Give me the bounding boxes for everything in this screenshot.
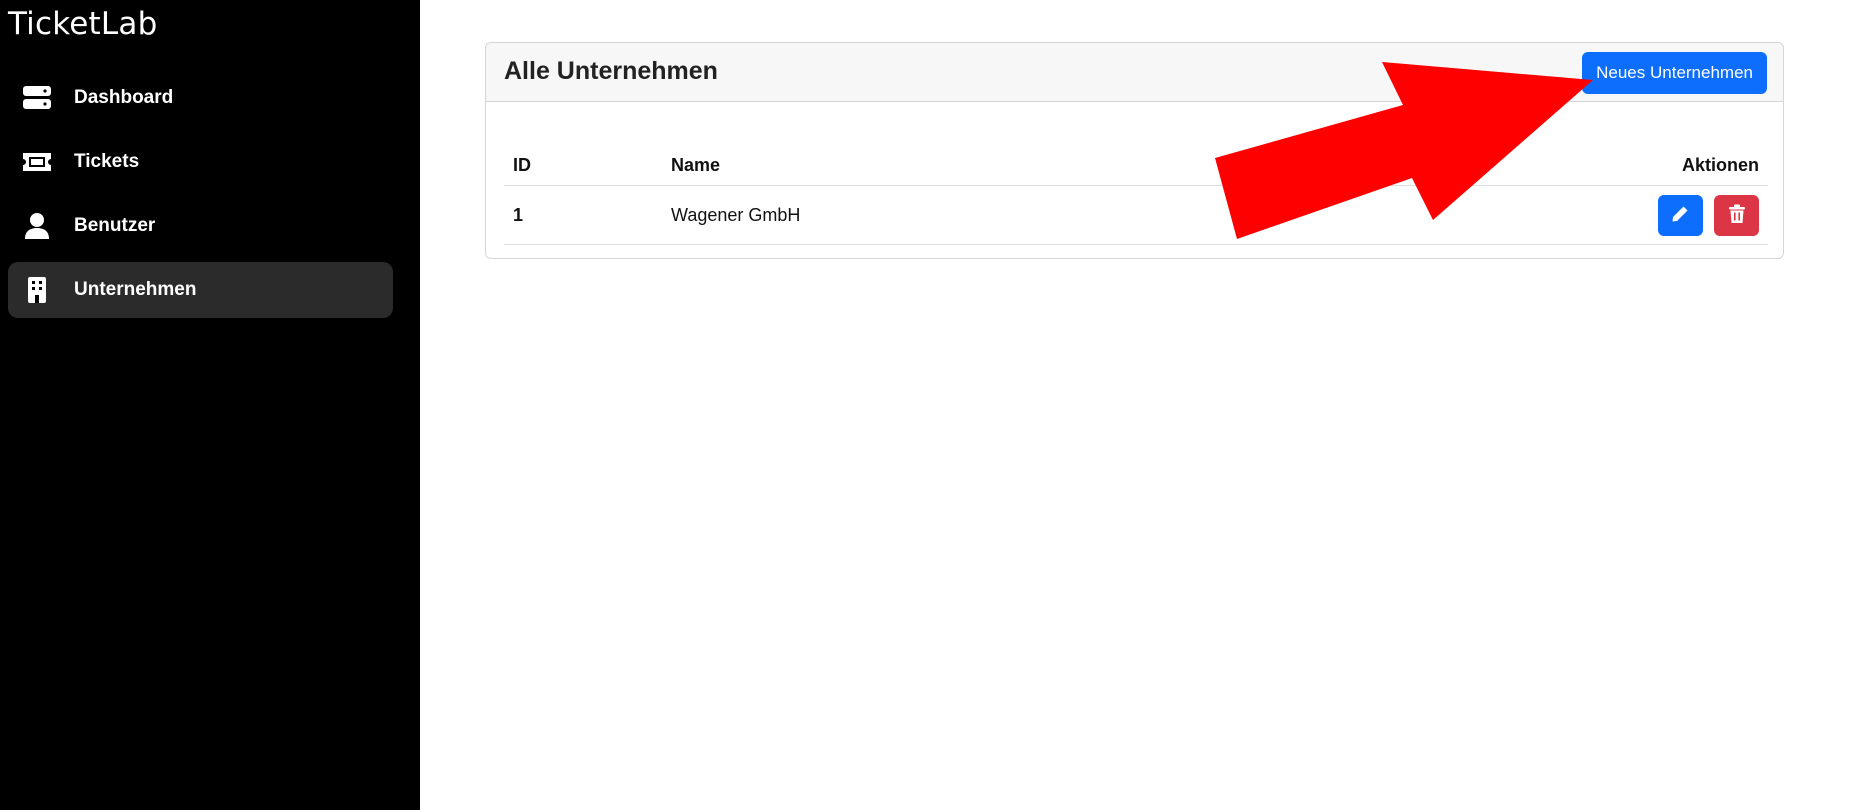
column-header-name[interactable]: Name — [662, 145, 1261, 186]
page-title: Alle Unternehmen — [504, 57, 718, 85]
cell-id: 1 — [504, 185, 662, 245]
sidebar-item-label: Unternehmen — [74, 279, 197, 300]
sidebar-item-label: Tickets — [74, 151, 140, 172]
sidebar-item-label: Benutzer — [74, 215, 156, 236]
column-header-actions: Aktionen — [1260, 145, 1768, 186]
column-header-id[interactable]: ID — [504, 145, 662, 186]
user-icon — [20, 212, 54, 240]
cell-name: Wagener GmbH — [662, 185, 1261, 245]
companies-card: Alle Unternehmen Neues Unternehmen ID Na… — [485, 42, 1784, 259]
card-header: Alle Unternehmen Neues Unternehmen — [486, 43, 1783, 102]
companies-table: ID Name Aktionen 1 Wagener GmbH — [504, 145, 1768, 245]
table-row: 1 Wagener GmbH — [504, 185, 1768, 245]
sidebar: TicketLab Dashboard Tickets Benutzer Unt… — [0, 0, 420, 810]
edit-button[interactable] — [1657, 194, 1703, 236]
pencil-icon — [1670, 204, 1690, 227]
brand-logo[interactable]: TicketLab — [8, 6, 157, 42]
building-icon — [20, 276, 54, 304]
sidebar-item-benutzer[interactable]: Benutzer — [8, 198, 393, 254]
table-header-row: ID Name Aktionen — [504, 145, 1768, 186]
delete-button[interactable] — [1714, 194, 1759, 236]
sidebar-item-tickets[interactable]: Tickets — [8, 134, 393, 190]
app-root: TicketLab Dashboard Tickets Benutzer Unt… — [0, 0, 1851, 810]
server-icon — [20, 84, 54, 112]
trash-icon — [1728, 204, 1746, 227]
cell-actions — [1260, 185, 1768, 245]
ticket-icon — [20, 148, 54, 176]
new-company-button[interactable]: Neues Unternehmen — [1582, 52, 1767, 94]
sidebar-nav: Dashboard Tickets Benutzer Unternehmen — [8, 70, 393, 326]
sidebar-item-dashboard[interactable]: Dashboard — [8, 70, 393, 126]
sidebar-item-label: Dashboard — [74, 87, 174, 108]
sidebar-item-unternehmen[interactable]: Unternehmen — [8, 262, 393, 318]
